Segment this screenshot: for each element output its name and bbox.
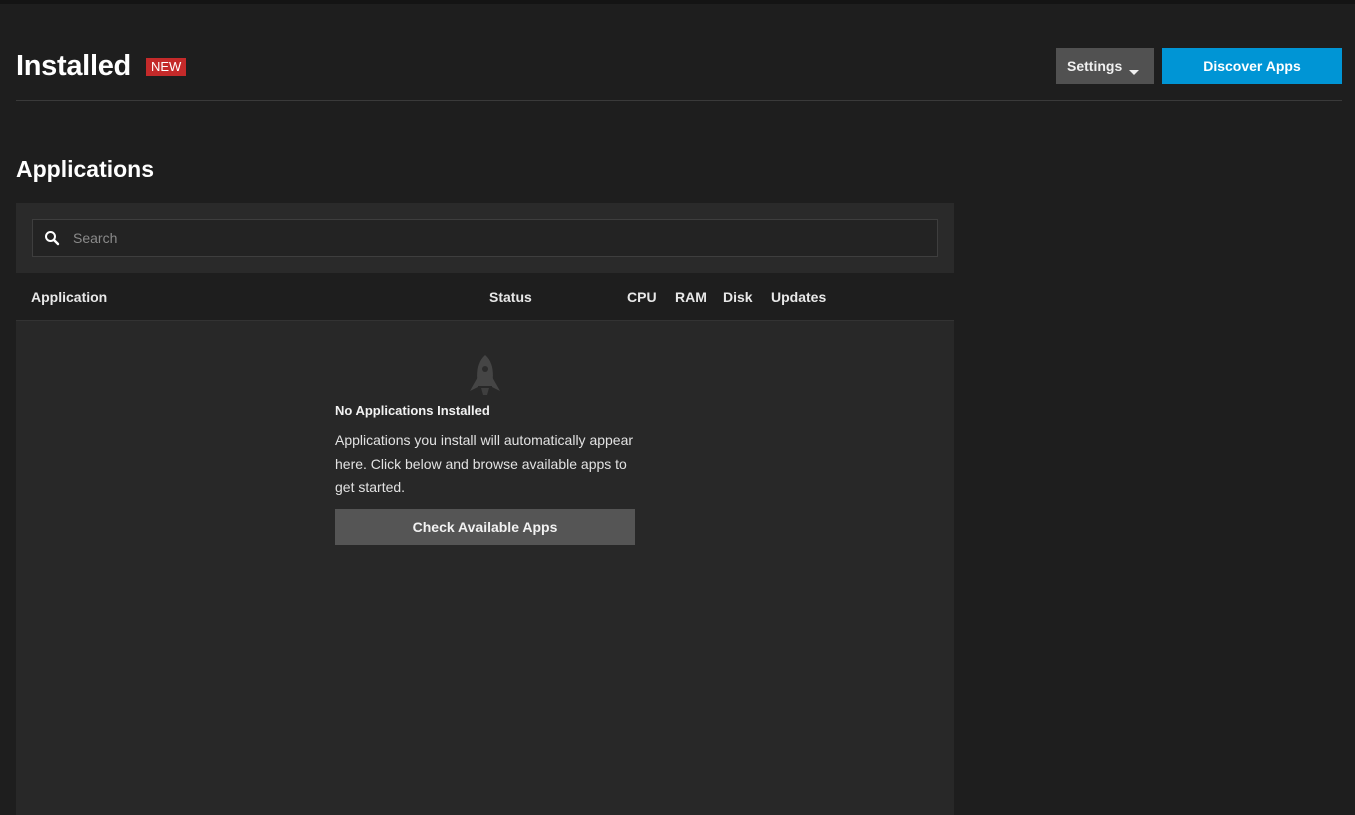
rocket-icon bbox=[470, 355, 500, 395]
page-header: Installed NEW Settings Discover Apps bbox=[16, 40, 1342, 101]
settings-button-label: Settings bbox=[1067, 58, 1123, 74]
table-header: Application Status CPU RAM Disk Updates bbox=[16, 273, 954, 321]
caret-down-icon bbox=[1129, 70, 1139, 75]
page-title: Installed bbox=[16, 50, 131, 82]
check-available-apps-button[interactable]: Check Available Apps bbox=[335, 509, 635, 545]
empty-state-message: Applications you install will automatica… bbox=[335, 432, 634, 495]
column-header-application[interactable]: Application bbox=[31, 289, 107, 305]
column-header-updates[interactable]: Updates bbox=[771, 289, 826, 305]
column-header-ram[interactable]: RAM bbox=[675, 289, 707, 305]
column-header-status[interactable]: Status bbox=[489, 289, 532, 305]
settings-button[interactable]: Settings bbox=[1056, 48, 1154, 84]
applications-card: Application Status CPU RAM Disk Updates … bbox=[16, 203, 954, 815]
discover-apps-button[interactable]: Discover Apps bbox=[1162, 48, 1342, 84]
new-badge: NEW bbox=[146, 58, 187, 76]
column-header-cpu[interactable]: CPU bbox=[627, 289, 657, 305]
empty-state-title: No Applications Installed bbox=[335, 403, 490, 418]
search-box[interactable] bbox=[32, 219, 938, 257]
search-bar bbox=[16, 203, 954, 273]
top-bar-strip bbox=[0, 0, 1355, 4]
search-icon bbox=[45, 231, 60, 246]
column-header-disk[interactable]: Disk bbox=[723, 289, 753, 305]
section-title: Applications bbox=[16, 156, 155, 182]
search-input[interactable] bbox=[73, 220, 933, 256]
